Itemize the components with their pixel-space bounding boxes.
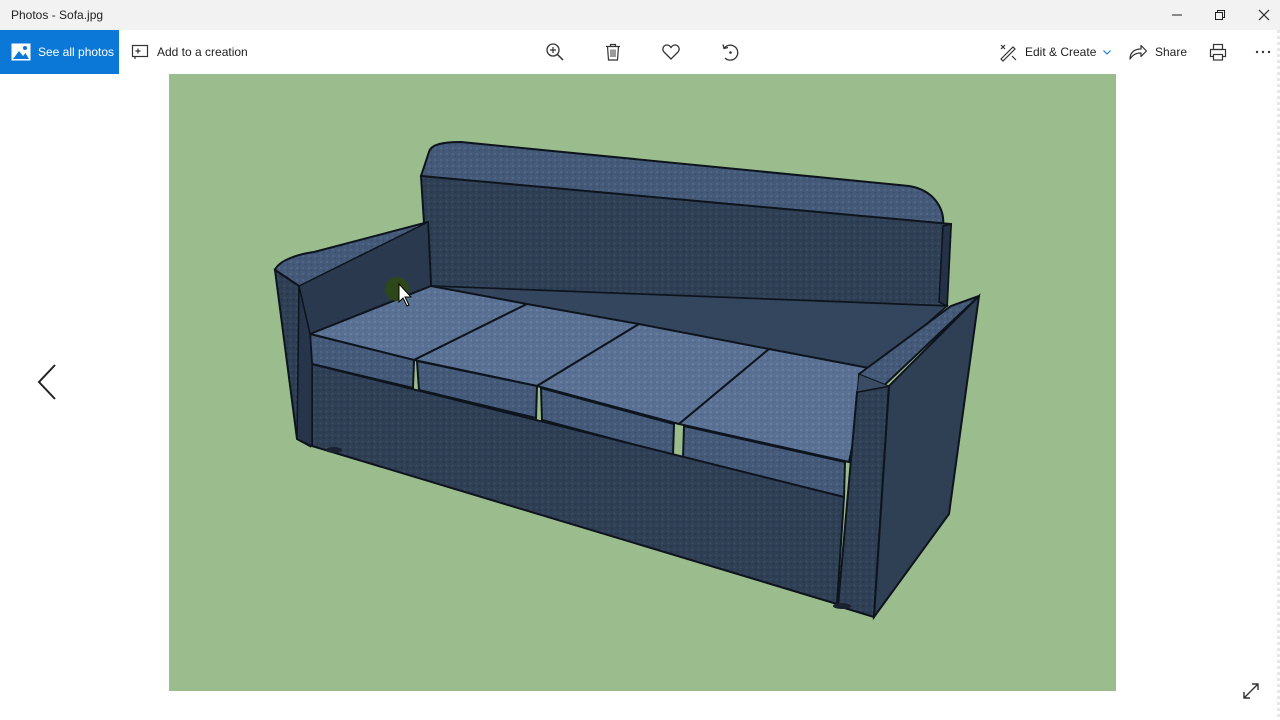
close-button[interactable]	[1242, 0, 1280, 30]
edit-create-button[interactable]: Edit & Create	[998, 30, 1112, 74]
restore-icon	[1215, 10, 1225, 20]
chevron-left-icon	[37, 364, 56, 400]
share-button[interactable]: Share	[1128, 30, 1187, 74]
close-icon	[1258, 9, 1270, 21]
more-button[interactable]	[1245, 30, 1280, 74]
share-icon	[1129, 44, 1148, 60]
favorite-icon	[662, 44, 680, 60]
see-all-photos-button[interactable]: See all photos	[0, 30, 119, 74]
edit-create-label: Edit & Create	[1025, 45, 1097, 59]
favorite-button[interactable]	[653, 30, 689, 74]
title-bar: Photos - Sofa.jpg	[0, 0, 1280, 30]
zoom-in-icon	[546, 43, 564, 61]
previous-photo-button[interactable]	[30, 360, 64, 404]
photo-viewer	[0, 74, 1280, 720]
minimize-icon	[1172, 14, 1182, 16]
rotate-icon	[722, 44, 739, 61]
zoom-button[interactable]	[537, 30, 573, 74]
chevron-down-icon	[1103, 50, 1112, 55]
minimize-button[interactable]	[1155, 0, 1199, 30]
expand-icon	[1243, 683, 1259, 699]
delete-button[interactable]	[595, 30, 631, 74]
edit-create-icon	[1000, 44, 1017, 62]
window-title: Photos - Sofa.jpg	[11, 8, 104, 22]
rotate-button[interactable]	[712, 30, 748, 74]
add-to-creation-label: Add to a creation	[157, 45, 248, 59]
add-to-creation-button[interactable]: Add to a creation	[130, 30, 248, 74]
toolbar: See all photos Add to a creation Edit & …	[0, 30, 1280, 74]
print-button[interactable]	[1200, 30, 1236, 74]
delete-icon	[606, 43, 620, 61]
share-label: Share	[1155, 45, 1188, 59]
restore-button[interactable]	[1198, 0, 1242, 30]
print-icon	[1209, 43, 1227, 61]
add-to-creation-icon	[131, 44, 149, 59]
see-all-photos-label: See all photos	[38, 45, 115, 59]
more-icon	[1255, 50, 1271, 54]
photo-canvas[interactable]	[169, 74, 1116, 691]
sofa-image	[169, 74, 1116, 691]
photos-icon	[11, 43, 31, 61]
expand-button[interactable]	[1238, 678, 1264, 704]
